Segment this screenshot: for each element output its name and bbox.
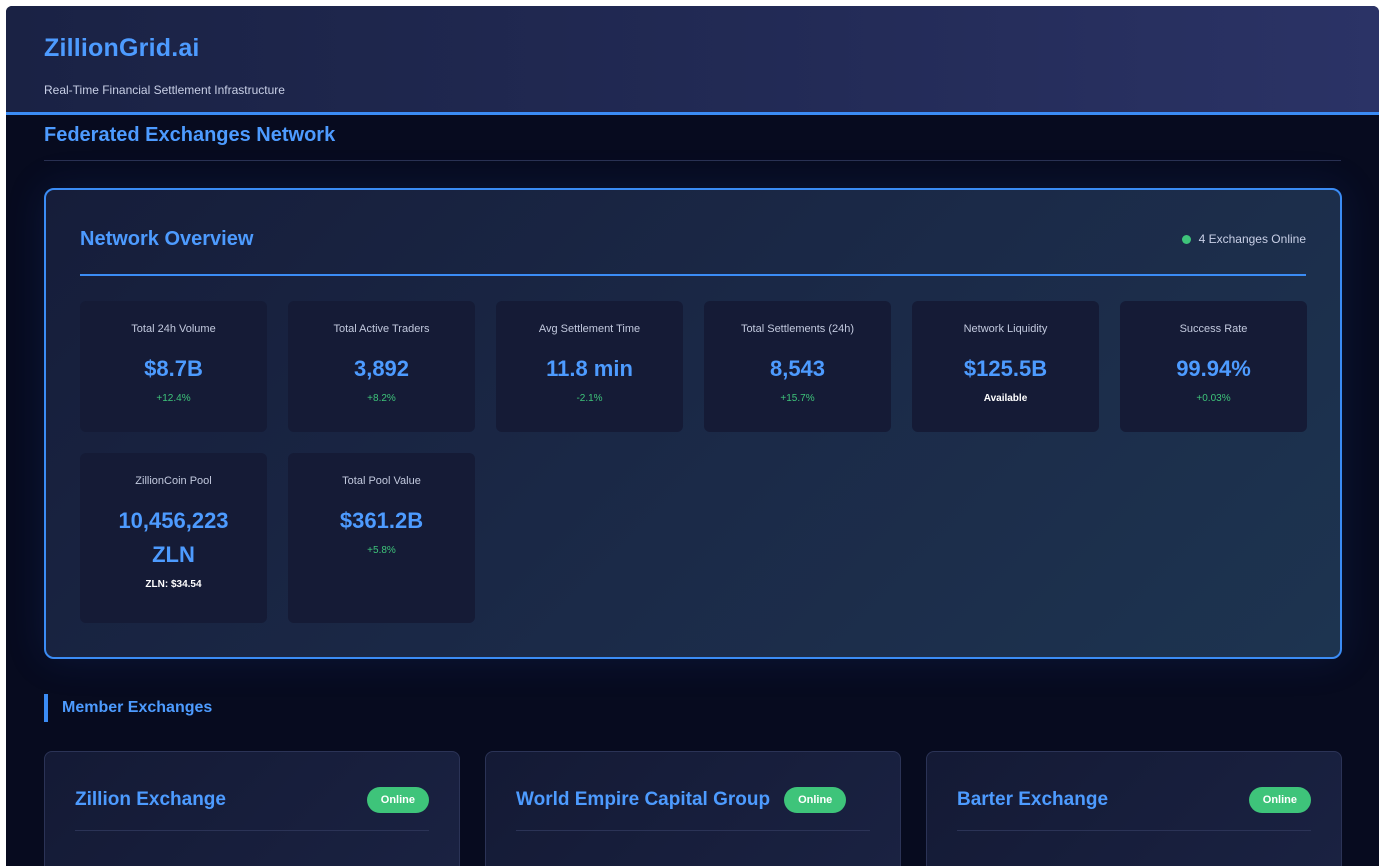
stat-change: -2.1% [576,393,603,404]
brand-logo-text[interactable]: ZillionGrid.ai [44,34,1341,63]
stats-grid: Total 24h Volume $8.7B +12.4% Total Acti… [80,301,1307,623]
stat-card-pool-value[interactable]: Total Pool Value $361.2B +5.8% [288,453,475,623]
stat-value: 3,892 [353,356,410,381]
exchange-card[interactable]: Zillion Exchange Online [44,751,460,866]
stat-label: Success Rate [1179,323,1248,335]
status-dot-icon [1181,234,1191,244]
stat-change: +0.03% [1196,393,1231,404]
stat-card-volume[interactable]: Total 24h Volume $8.7B +12.4% [80,301,267,432]
tagline: Real-Time Financial Settlement Infrastru… [44,83,285,97]
stat-change: +15.7% [780,393,815,404]
online-status-label: 4 Exchanges Online [1198,232,1306,246]
stat-value: $361.2B [339,508,424,533]
stat-label: Total 24h Volume [131,323,216,335]
app-window: ZillionGrid.ai Real-Time Financial Settl… [6,6,1379,866]
stat-value: 8,543 [769,356,826,381]
status-badge: Online [784,787,847,813]
exchange-card-header: World Empire Capital Group Online [516,752,870,831]
status-badge: Online [1248,787,1311,813]
online-status: 4 Exchanges Online [1181,232,1306,246]
stat-card-success-rate[interactable]: Success Rate 99.94% +0.03% [1120,301,1307,432]
overview-title: Network Overview [80,227,254,250]
stat-change: +12.4% [156,393,191,404]
member-exchanges-heading: Member Exchanges [44,694,212,722]
stat-label: Avg Settlement Time [538,323,641,335]
stat-label: Network Liquidity [963,323,1048,335]
stat-card-coin-pool[interactable]: ZillionCoin Pool 10,456,223 ZLN ZLN: $34… [80,453,267,623]
stat-card-settlement-time[interactable]: Avg Settlement Time 11.8 min -2.1% [496,301,683,432]
exchange-card[interactable]: World Empire Capital Group Online [485,751,901,866]
stat-note: ZLN: $34.54 [145,579,202,590]
stat-label: ZillionCoin Pool [135,475,212,487]
overview-header: Network Overview 4 Exchanges Online [80,190,1306,276]
exchange-name[interactable]: Zillion Exchange [75,789,226,811]
stat-card-liquidity[interactable]: Network Liquidity $125.5B Available [912,301,1099,432]
stat-value: 99.94% [1176,356,1251,381]
stat-label: Total Settlements (24h) [740,323,855,335]
exchange-list: Zillion Exchange Online World Empire Cap… [44,751,1342,866]
stat-change: +5.8% [367,545,396,556]
network-overview-panel: Network Overview 4 Exchanges Online Tota… [44,188,1342,659]
stat-change: +8.2% [367,393,396,404]
exchange-name[interactable]: Barter Exchange [957,789,1108,811]
stat-note: Available [983,393,1028,404]
page-title: Federated Exchanges Network [44,124,1341,161]
exchange-card-header: Barter Exchange Online [957,752,1311,831]
stat-card-settlements[interactable]: Total Settlements (24h) 8,543 +15.7% [704,301,891,432]
stat-value: 10,456,223 ZLN [118,508,229,567]
exchange-card[interactable]: Barter Exchange Online [926,751,1342,866]
stat-card-traders[interactable]: Total Active Traders 3,892 +8.2% [288,301,475,432]
exchange-name[interactable]: World Empire Capital Group [516,789,770,811]
stat-label: Total Active Traders [333,323,430,335]
stat-label: Total Pool Value [342,475,421,487]
exchange-card-header: Zillion Exchange Online [75,752,429,831]
stat-value: $8.7B [144,356,203,381]
status-badge: Online [366,787,429,813]
stat-value: $125.5B [963,356,1048,381]
app-header: ZillionGrid.ai Real-Time Financial Settl… [6,6,1379,115]
stat-value: 11.8 min [546,356,633,381]
